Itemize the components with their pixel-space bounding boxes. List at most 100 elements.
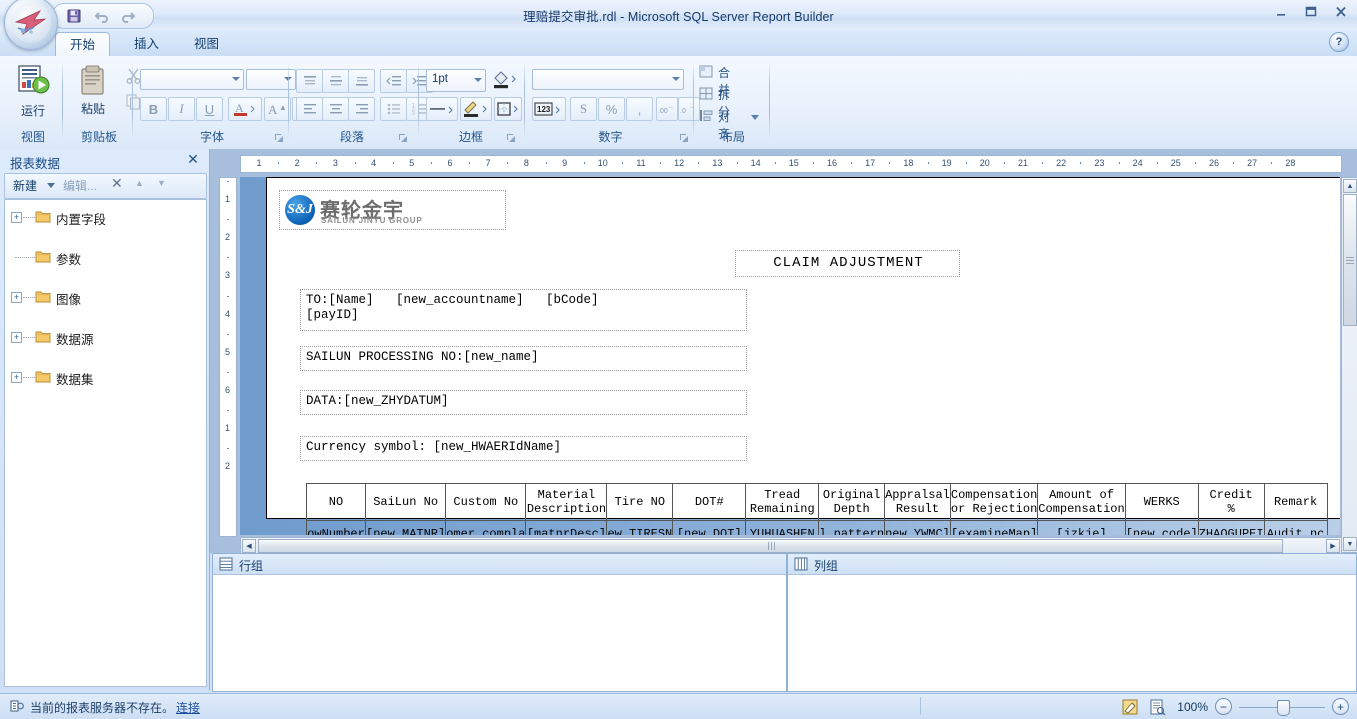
tablix-data-cell[interactable]: l_pattern	[818, 520, 886, 535]
save-icon[interactable]	[65, 7, 83, 25]
align-top-button[interactable]	[296, 69, 323, 93]
tablix-header-cell[interactable]: NO	[306, 483, 366, 521]
maximize-button[interactable]	[1301, 4, 1321, 20]
vertical-ruler[interactable]: 1 2 3 4 5 6 1 2	[219, 177, 237, 537]
number-dialog-launcher[interactable]	[679, 133, 690, 144]
zoom-slider[interactable]	[1239, 699, 1325, 716]
expand-icon[interactable]: +	[11, 332, 22, 343]
align-bottom-button[interactable]	[348, 69, 375, 93]
border-dialog-launcher[interactable]	[506, 133, 517, 144]
align-middle-button[interactable]	[322, 69, 349, 93]
redo-icon[interactable]	[119, 7, 137, 25]
font-color-button[interactable]: A	[228, 97, 262, 121]
font-name-combo[interactable]	[140, 69, 244, 90]
borders-button[interactable]	[494, 97, 522, 121]
currency-button[interactable]: S	[570, 97, 597, 121]
tablix-data-cell[interactable]: owNumber	[306, 520, 366, 535]
processing-no-textbox[interactable]: SAILUN PROCESSING NO:[new_name]	[300, 346, 747, 371]
decrease-indent-button[interactable]	[380, 69, 407, 93]
tablix-header-cell[interactable]: Appralsal Result	[884, 483, 951, 521]
tablix-data-cell[interactable]: [new_DOT]	[672, 520, 747, 535]
tablix-header-cell[interactable]: Tire NO	[606, 483, 674, 521]
scroll-up-arrow[interactable]: ▲	[1343, 179, 1357, 193]
report-page[interactable]: S&J 赛轮金宇 SAILUN JINYU GROUP CLAIM ADJUST…	[266, 177, 1340, 535]
expand-icon[interactable]: +	[11, 212, 22, 223]
currency-textbox[interactable]: Currency symbol: [new_HWAERIdName]	[300, 436, 747, 461]
tablix-header-cell[interactable]: DOT#	[672, 483, 747, 521]
horizontal-scroll-thumb[interactable]	[258, 539, 1283, 553]
tablix-data-cell[interactable]: [new_MATNR]	[364, 520, 447, 535]
tablix-header-cell[interactable]: Credit%	[1197, 483, 1265, 521]
tablix-data-cell[interactable]: YUHUASHEN	[745, 520, 820, 535]
tree-item-images[interactable]: + 图像	[5, 287, 206, 307]
percent-button[interactable]: %	[598, 97, 625, 121]
scroll-left-arrow[interactable]: ◀	[242, 539, 256, 553]
close-icon[interactable]: ✕	[185, 152, 201, 168]
tablix-data-cell[interactable]: [jzkje]	[1037, 520, 1126, 535]
tablix-data-cell[interactable]: [new_code]	[1124, 520, 1199, 535]
number-format-combo[interactable]	[532, 69, 684, 90]
row-groups-pane[interactable]: 行组	[212, 553, 787, 692]
data-textbox[interactable]: DATA:[new_ZHYDATUM]	[300, 390, 747, 415]
report-canvas[interactable]: S&J 赛轮金宇 SAILUN JINYU GROUP CLAIM ADJUST…	[240, 177, 1340, 535]
paragraph-dialog-launcher[interactable]	[398, 133, 409, 144]
number-style-button[interactable]: 123	[532, 97, 566, 121]
tab-insert[interactable]: 插入	[120, 32, 173, 56]
tablix-header-cell[interactable]: Tread Remaining	[745, 483, 820, 521]
edit-mode-icon[interactable]	[1120, 698, 1140, 716]
tree-item-datasets[interactable]: + 数据集	[5, 367, 206, 387]
expand-icon[interactable]: +	[11, 372, 22, 383]
tablix-header-cell[interactable]: Custom No	[445, 483, 527, 521]
tablix-header-cell[interactable]: Material Description	[525, 483, 608, 521]
tree-item-data-sources[interactable]: + 数据源	[5, 327, 206, 347]
paste-button[interactable]: 粘贴	[66, 62, 120, 117]
tablix-data-cell[interactable]: [examineMap]	[949, 520, 1039, 535]
align-left-button[interactable]	[296, 97, 323, 121]
italic-button[interactable]: I	[168, 97, 195, 121]
tablix-header-cell[interactable]: Amount of Compensation	[1037, 483, 1126, 521]
vertical-scroll-thumb[interactable]	[1343, 194, 1357, 326]
new-button[interactable]: 新建	[13, 177, 37, 194]
connect-link[interactable]: 连接	[176, 699, 200, 716]
report-tablix[interactable]: NO SaiLun No Custom No Material Description T…	[306, 483, 1328, 535]
vertical-scrollbar[interactable]: ▲ ▼	[1341, 177, 1357, 553]
comma-button[interactable]: ,	[626, 97, 653, 121]
tablix-header-cell[interactable]: Remark	[1263, 483, 1328, 521]
tablix-data-cell[interactable]: ZHAOGUPEI	[1197, 520, 1265, 535]
increase-decimal-button[interactable]: .00 ←	[656, 97, 678, 121]
tablix-data-cell[interactable]: omer_compla	[445, 520, 527, 535]
run-button[interactable]: 运行	[5, 62, 61, 119]
horizontal-scrollbar[interactable]: ◀ ▶	[240, 537, 1342, 554]
tab-home[interactable]: 开始	[55, 32, 111, 58]
move-down-button[interactable]: ▼	[157, 178, 166, 188]
tablix-data-cell[interactable]: [matnrDesc]	[525, 520, 608, 535]
preview-mode-icon[interactable]	[1147, 698, 1167, 716]
grow-font-button[interactable]: A ▲	[264, 97, 291, 121]
tablix-data-cell[interactable]: Audit_nc	[1263, 520, 1328, 535]
edit-button[interactable]: 编辑...	[63, 177, 97, 194]
tablix-header-cell[interactable]: WERKS	[1124, 483, 1199, 521]
move-up-button[interactable]: ▲	[135, 178, 144, 188]
close-button[interactable]	[1331, 4, 1351, 20]
font-dialog-launcher[interactable]	[274, 133, 285, 144]
scroll-down-arrow[interactable]: ▼	[1343, 537, 1357, 551]
underline-button[interactable]: U	[196, 97, 223, 121]
line-style-button[interactable]	[426, 97, 458, 121]
help-icon[interactable]: ?	[1329, 32, 1349, 52]
to-textbox[interactable]: TO:[Name] [new_accountname] [bCode] [pay…	[300, 289, 747, 331]
tablix-data-cell[interactable]: ew_TIRESN	[606, 520, 674, 535]
tree-item-builtin-fields[interactable]: + 内置字段	[5, 207, 206, 227]
scroll-right-arrow[interactable]: ▶	[1326, 539, 1340, 553]
horizontal-ruler[interactable]: 1 2 3 4 5 6 7 8 9 10 11 12 13 14 15 16 17 18 19 20 21 22 23 24 2…	[240, 155, 1342, 173]
minimize-button[interactable]	[1271, 4, 1291, 20]
column-groups-pane[interactable]: 列组	[787, 553, 1357, 692]
tablix-header-cell[interactable]: Compensation or Rejection	[949, 483, 1039, 521]
tree-item-parameters[interactable]: 参数	[5, 247, 206, 267]
tablix-header-cell[interactable]: Original Depth	[818, 483, 886, 521]
delete-button[interactable]: ✕	[111, 175, 123, 192]
align-center-button[interactable]	[322, 97, 349, 121]
border-width-combo[interactable]: 1pt	[426, 69, 486, 92]
bullet-list-button[interactable]	[380, 97, 407, 121]
expand-icon[interactable]: +	[11, 292, 22, 303]
zoom-slider-handle[interactable]	[1277, 699, 1290, 716]
